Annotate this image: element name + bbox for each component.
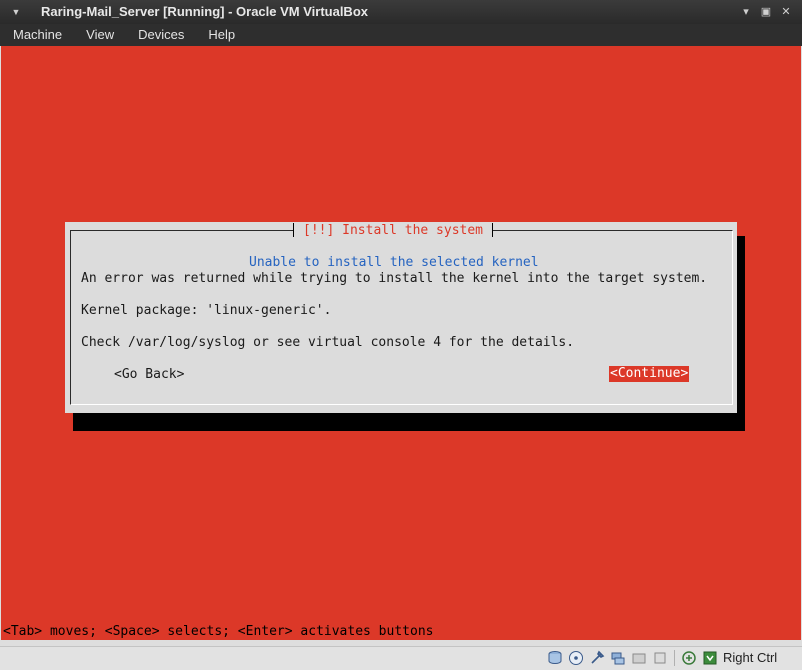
maximize-icon[interactable]: ▣ <box>758 4 774 20</box>
status-separator <box>674 650 675 666</box>
dialog-subtitle: Unable to install the selected kernel <box>249 255 539 270</box>
window-controls: ▾ ▣ ✕ <box>738 4 794 20</box>
menu-bar: Machine View Devices Help <box>0 24 802 46</box>
network-icon[interactable] <box>609 649 627 667</box>
mouse-integration-icon[interactable] <box>701 649 719 667</box>
menu-machine[interactable]: Machine <box>0 24 73 46</box>
host-key-label: Right Ctrl <box>723 650 778 665</box>
usb-icon[interactable] <box>588 649 606 667</box>
menu-help[interactable]: Help <box>195 24 246 46</box>
minimize-icon[interactable]: ▾ <box>738 4 754 20</box>
continue-button[interactable]: <Continue> <box>609 366 690 382</box>
error-message: An error was returned while trying to in… <box>81 271 708 286</box>
menu-view[interactable]: View <box>73 24 125 46</box>
dialog-title: [!!] Install the system <box>303 223 484 238</box>
kernel-package-text: Kernel package: 'linux-generic'. <box>81 303 332 318</box>
window-title: Raring-Mail_Server [Running] - Oracle VM… <box>41 4 368 19</box>
menu-devices[interactable]: Devices <box>125 24 195 46</box>
device-icons <box>546 649 719 667</box>
virtualbox-window: ▼ Raring-Mail_Server [Running] - Oracle … <box>0 0 802 670</box>
keyboard-help-line: <Tab> moves; <Space> selects; <Enter> ac… <box>3 624 434 639</box>
go-back-button[interactable]: <Go Back> <box>114 366 184 383</box>
hard-disk-icon[interactable] <box>546 649 564 667</box>
display-icon[interactable] <box>651 649 669 667</box>
vm-status-bar: Right Ctrl <box>0 646 802 670</box>
capture-icon[interactable] <box>680 649 698 667</box>
dialog-title-frame: [!!] Install the system <box>293 222 494 239</box>
window-menu-icon[interactable]: ▼ <box>8 4 24 20</box>
installer-dialog: [!!] Install the system Unable to instal… <box>65 222 737 413</box>
optical-drive-icon[interactable] <box>567 649 585 667</box>
shared-folder-icon[interactable] <box>630 649 648 667</box>
title-bar: ▼ Raring-Mail_Server [Running] - Oracle … <box>0 0 802 24</box>
close-icon[interactable]: ✕ <box>778 4 794 20</box>
guest-screen[interactable]: [!!] Install the system Unable to instal… <box>1 46 801 640</box>
syslog-hint-text: Check /var/log/syslog or see virtual con… <box>81 335 575 350</box>
